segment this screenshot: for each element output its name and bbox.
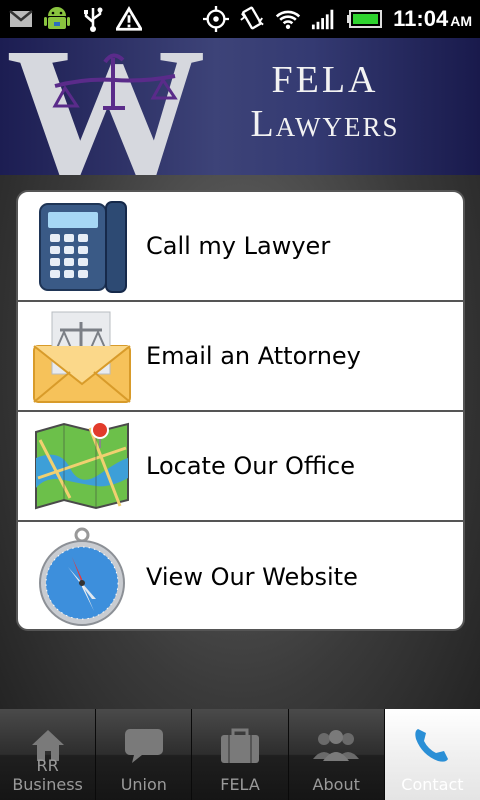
brand-line2: Lawyers bbox=[250, 103, 400, 145]
tab-fela[interactable]: FELA bbox=[192, 709, 289, 800]
tab-bar: RR Business Union FELA About Contact bbox=[0, 709, 480, 800]
clock-ampm: AM bbox=[450, 13, 472, 29]
menu-label: Call my Lawyer bbox=[146, 232, 331, 260]
menu-item-email-attorney[interactable]: Email an Attorney bbox=[18, 302, 463, 412]
tab-label: About bbox=[312, 775, 360, 794]
people-icon bbox=[310, 723, 362, 767]
brand-line1: FELA bbox=[271, 59, 379, 101]
tab-union[interactable]: Union bbox=[96, 709, 193, 800]
menu-label: Email an Attorney bbox=[146, 342, 361, 370]
menu-label: Locate Our Office bbox=[146, 452, 355, 480]
menu-item-call-lawyer[interactable]: Call my Lawyer bbox=[18, 192, 463, 302]
warning-icon bbox=[116, 6, 142, 32]
tab-label: RR Business bbox=[12, 756, 83, 794]
tab-label: Contact bbox=[401, 775, 464, 794]
tab-label: FELA bbox=[220, 775, 260, 794]
tab-rr-business[interactable]: RR Business bbox=[0, 709, 97, 800]
scales-logo-icon bbox=[52, 53, 178, 110]
menu-item-locate-office[interactable]: Locate Our Office bbox=[18, 412, 463, 522]
phone-handset-icon bbox=[410, 723, 454, 767]
contact-menu: Call my Lawyer Email an Attorney Locate … bbox=[16, 190, 465, 631]
tab-contact[interactable]: Contact bbox=[384, 709, 480, 800]
compass-icon bbox=[30, 527, 134, 627]
brand-name: FELA Lawyers bbox=[230, 58, 420, 146]
tab-label: Union bbox=[120, 775, 167, 794]
briefcase-icon bbox=[218, 723, 262, 767]
android-debug-icon bbox=[44, 6, 70, 32]
chat-bubble-icon bbox=[122, 723, 166, 767]
menu-item-view-website[interactable]: View Our Website bbox=[18, 522, 463, 629]
status-bar: 11:04 AM bbox=[0, 0, 480, 38]
gmail-icon bbox=[8, 6, 34, 32]
tab-about[interactable]: About bbox=[288, 709, 385, 800]
battery-icon bbox=[347, 6, 383, 32]
vibrate-icon bbox=[239, 6, 265, 32]
phone-icon bbox=[30, 196, 134, 296]
gps-icon bbox=[203, 6, 230, 32]
envelope-scales-icon bbox=[30, 306, 134, 406]
menu-label: View Our Website bbox=[146, 563, 358, 591]
usb-icon bbox=[80, 6, 106, 32]
wifi-icon bbox=[275, 6, 301, 32]
clock-time: 11:04 bbox=[393, 6, 449, 31]
map-icon bbox=[30, 416, 134, 516]
signal-icon bbox=[311, 6, 337, 32]
app-header: W FELA Lawyers bbox=[0, 38, 480, 175]
clock: 11:04 AM bbox=[393, 6, 472, 32]
